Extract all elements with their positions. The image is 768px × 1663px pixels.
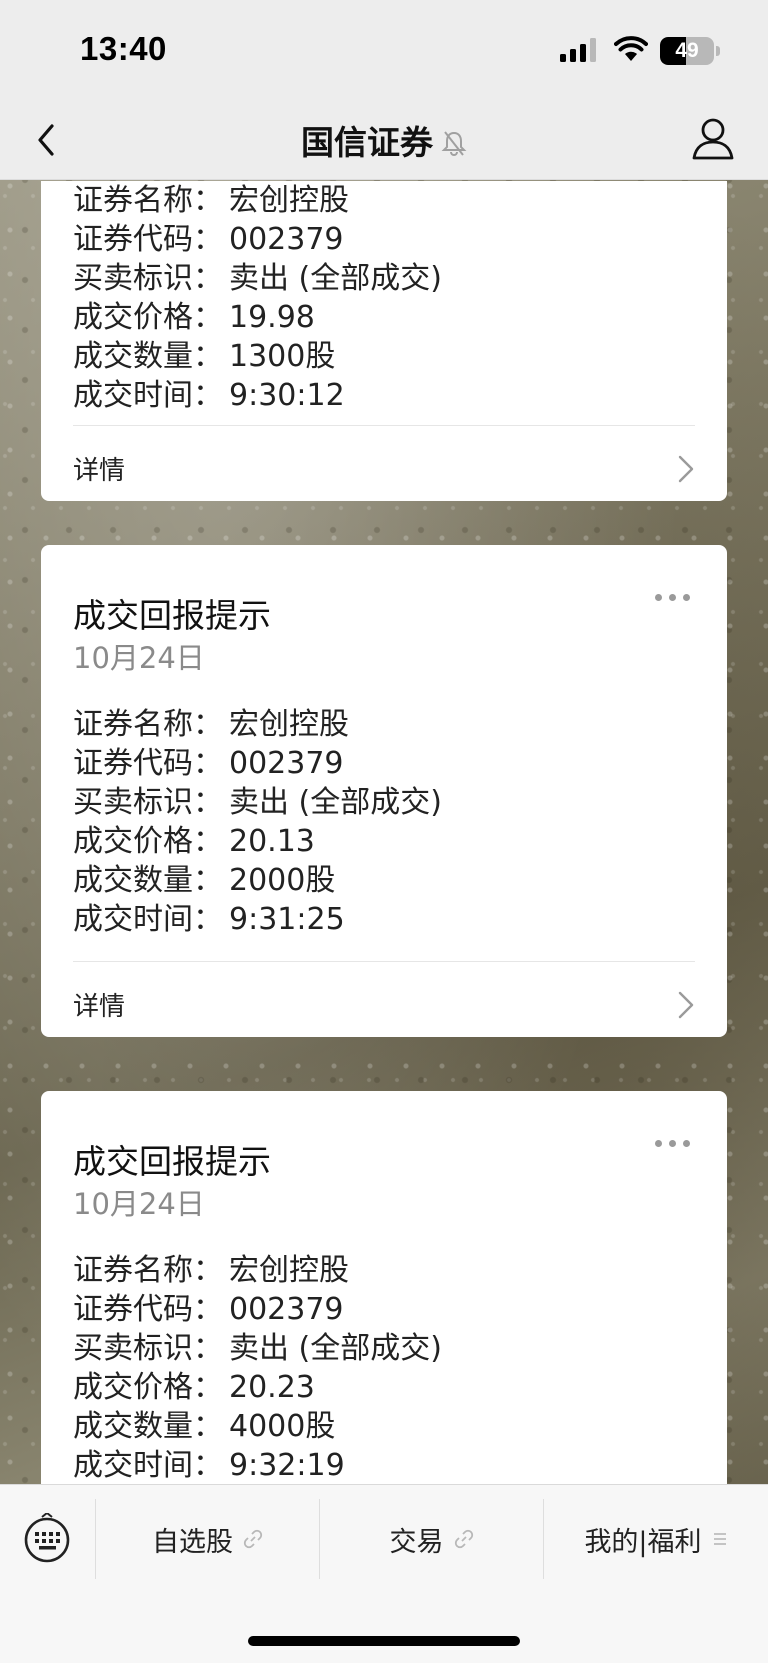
menu-item-label: 自选股 (152, 1526, 233, 1558)
field-value: 9:30:12 (229, 378, 345, 413)
field-value: 002379 (229, 746, 344, 781)
mute-bell-icon (441, 131, 467, 156)
field-row: 买卖标识： 卖出 (全部成交) (73, 253, 442, 296)
account-menu-bar: 自选股 交易 我的|福利 (0, 1484, 768, 1663)
menu-item-label: 我的|福利 (584, 1526, 702, 1558)
menu-item-trade[interactable]: 交易 (320, 1499, 543, 1579)
field-label: 成交数量： (73, 863, 223, 898)
field-label: 成交时间： (73, 902, 223, 937)
field-row: 买卖标识： 卖出 (全部成交) (73, 777, 442, 820)
detail-label: 详情 (73, 992, 126, 1022)
field-label: 买卖标识： (73, 261, 223, 296)
field-value: 卖出 (全部成交) (229, 785, 442, 820)
link-icon (454, 1529, 473, 1549)
field-row: 成交价格： 19.98 (73, 292, 315, 335)
field-value: 1300股 (229, 339, 336, 374)
profile-icon[interactable] (690, 114, 736, 164)
card-date: 10月24日 (73, 1187, 205, 1221)
field-row: 成交时间： 9:32:19 (73, 1440, 345, 1483)
field-value: 卖出 (全部成交) (229, 1331, 442, 1366)
chat-title: 国信证券 (301, 123, 433, 162)
field-value: 4000股 (229, 1409, 336, 1444)
field-row: 证券代码： 002379 (73, 738, 344, 781)
field-value: 宏创控股 (229, 707, 349, 742)
detail-link[interactable]: 详情 (41, 426, 727, 510)
field-row: 成交数量： 1300股 (73, 331, 335, 374)
field-row: 证券代码： 002379 (73, 1284, 344, 1327)
more-options-icon[interactable] (655, 591, 691, 603)
field-row: 证券代码： 002379 (73, 214, 344, 257)
field-row: 买卖标识： 卖出 (全部成交) (73, 1323, 442, 1366)
chevron-right-icon (678, 991, 694, 1019)
field-value: 20.13 (229, 824, 315, 859)
field-label: 成交价格： (73, 1370, 223, 1405)
field-row: 成交价格： 20.13 (73, 816, 315, 859)
wifi-icon (614, 36, 648, 61)
field-value: 宏创控股 (229, 1253, 349, 1288)
trade-report-card: 成交回报提示 10月24日 证券名称： 宏创控股 证券代码： 002379 买卖标识… (41, 545, 727, 1037)
battery-tip (716, 46, 720, 56)
link-icon (243, 1529, 263, 1549)
message-feed[interactable]: 证券名称： 宏创控股 证券代码： 002379 买卖标识： 卖出 (全部成交) 成交价… (0, 181, 768, 1484)
more-options-icon[interactable] (655, 1137, 691, 1149)
field-row: 成交数量： 2000股 (73, 855, 335, 898)
field-row: 成交价格： 20.23 (73, 1362, 315, 1405)
field-label: 证券名称： (73, 1253, 223, 1288)
field-value: 9:32:19 (229, 1448, 345, 1483)
chevron-right-icon (678, 455, 694, 483)
field-row: 成交时间： 9:30:12 (73, 370, 345, 413)
field-label: 成交数量： (73, 1409, 223, 1444)
field-value: 卖出 (全部成交) (229, 261, 442, 296)
card-title: 成交回报提示 (73, 1142, 271, 1181)
menu-item-watchlist[interactable]: 自选股 (96, 1499, 319, 1579)
field-value: 2000股 (229, 863, 336, 898)
field-label: 成交价格： (73, 824, 223, 859)
field-label: 成交价格： (73, 300, 223, 335)
field-label: 证券名称： (73, 707, 223, 742)
field-value: 9:31:25 (229, 902, 345, 937)
menu-item-label: 交易 (389, 1526, 444, 1558)
field-row: 证券名称： 宏创控股 (73, 699, 349, 742)
card-date: 10月24日 (73, 641, 205, 675)
trade-report-card: 成交回报提示 10月24日 证券名称： 宏创控股 证券代码： 002379 买卖标识… (41, 1091, 727, 1484)
field-label: 成交数量： (73, 339, 223, 374)
field-label: 成交时间： (73, 378, 223, 413)
menu-icon (713, 1533, 726, 1545)
status-time: 13:40 (80, 30, 167, 67)
home-indicator[interactable] (248, 1636, 520, 1646)
field-value: 19.98 (229, 300, 315, 335)
keyboard-icon[interactable] (22, 1513, 72, 1563)
field-label: 买卖标识： (73, 785, 223, 820)
nav-bar: 国信证券 (0, 100, 768, 180)
field-label: 买卖标识： (73, 1331, 223, 1366)
card-title: 成交回报提示 (73, 596, 271, 635)
menu-item-my-benefits[interactable]: 我的|福利 (544, 1499, 768, 1579)
battery-icon: 49 (660, 37, 714, 65)
field-label: 证券代码： (73, 746, 223, 781)
detail-link[interactable]: 详情 (41, 962, 727, 1046)
field-value: 002379 (229, 1292, 344, 1327)
trade-report-card: 证券名称： 宏创控股 证券代码： 002379 买卖标识： 卖出 (全部成交) 成交价… (41, 181, 727, 501)
field-row: 证券名称： 宏创控股 (73, 1245, 349, 1288)
field-row: 证券名称： 宏创控股 (73, 181, 349, 218)
cellular-signal-icon (560, 38, 596, 62)
field-row: 成交数量： 4000股 (73, 1401, 335, 1444)
battery-percent: 49 (675, 39, 699, 62)
field-row: 成交时间： 9:31:25 (73, 894, 345, 937)
field-label: 成交时间： (73, 1448, 223, 1483)
nav-title-group: 国信证券 (0, 100, 768, 180)
status-bar: 13:40 49 (0, 0, 768, 100)
field-label: 证券代码： (73, 222, 223, 257)
detail-label: 详情 (73, 456, 126, 486)
field-value: 002379 (229, 222, 344, 257)
field-label: 证券代码： (73, 1292, 223, 1327)
field-value: 20.23 (229, 1370, 315, 1405)
